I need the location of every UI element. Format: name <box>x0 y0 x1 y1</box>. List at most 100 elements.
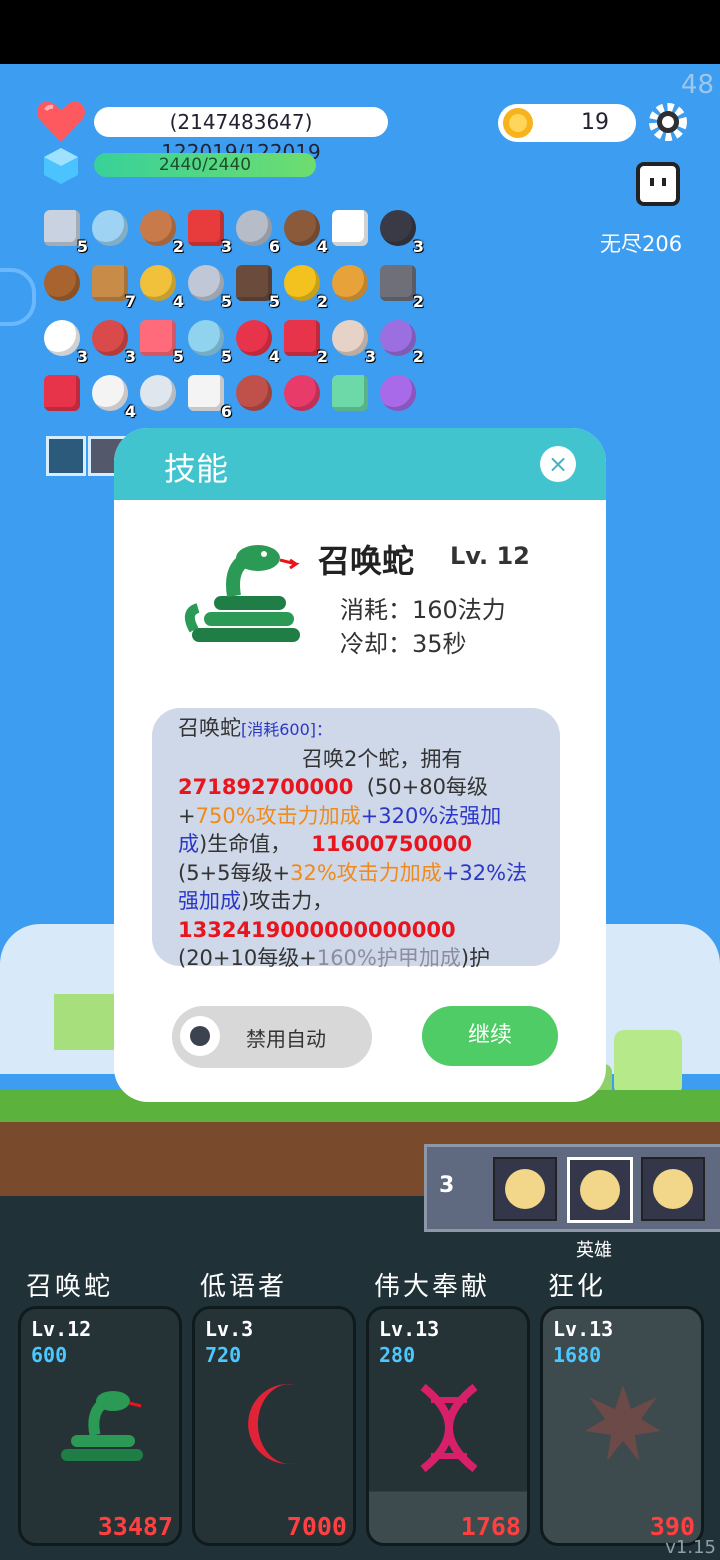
hero-slot-3[interactable] <box>641 1157 705 1221</box>
desc-text: )攻击力， <box>241 889 334 913</box>
hero-label: 英雄 <box>576 1240 612 1261</box>
skill-card-whisperer[interactable]: Lv.3 720 7000 <box>192 1306 356 1546</box>
watermelon-icon[interactable] <box>40 371 84 415</box>
skill-title-1: 召唤蛇 <box>26 1272 114 1302</box>
bow-icon[interactable]: 7 <box>88 261 136 311</box>
desc-cost-tag: [消耗600]： <box>241 720 333 739</box>
skill-level: Lv. 12 <box>450 542 530 570</box>
skill-mana: 720 <box>205 1343 242 1367</box>
spirit-icon[interactable] <box>328 371 372 415</box>
crest-icon[interactable]: 3 <box>88 316 136 366</box>
item-count: 3 <box>124 347 136 366</box>
bulb-icon[interactable] <box>136 371 180 415</box>
gate-icon-shape <box>236 265 272 301</box>
hook-icon-shape <box>236 375 272 411</box>
burst-icon <box>585 1385 661 1461</box>
item-count: 6 <box>268 237 280 256</box>
coin-count: 19 <box>581 110 609 135</box>
disable-auto-toggle[interactable]: 禁用自动 <box>172 1006 372 1068</box>
hero-slot-1[interactable] <box>493 1157 557 1221</box>
item-count: 5 <box>172 347 184 366</box>
crystal-ball-icon[interactable] <box>376 371 420 415</box>
desc-text: (20+10每级+ <box>178 946 317 970</box>
arrow-icon[interactable] <box>328 206 372 250</box>
skill-dialog: 技能 × 召唤蛇 Lv. 12 消耗：160法力 冷却：35秒 召唤蛇[消耗60… <box>114 428 606 1102</box>
apple-icon[interactable]: 3 <box>184 206 232 256</box>
dna-icon <box>420 1383 478 1473</box>
dialog-title: 技能 <box>164 450 229 488</box>
skill-card-berserk[interactable]: Lv.13 1680 390 <box>540 1306 704 1546</box>
skill-cooldown: 33487 <box>97 1512 173 1541</box>
heart-icon <box>37 101 85 142</box>
sword-icon[interactable]: 5 <box>40 206 88 256</box>
hero-panel: 3 <box>424 1144 720 1232</box>
sunflower-icon[interactable]: 2 <box>280 261 328 311</box>
bow-icon-shape <box>92 265 128 301</box>
fps-counter: 48 <box>680 70 714 100</box>
coconut-icon-shape <box>284 210 320 246</box>
desc-ap-bonus: +320%法强加 <box>360 803 502 828</box>
pill-icon[interactable]: 5 <box>136 316 184 366</box>
gear-icon[interactable] <box>648 102 688 142</box>
mail-icon-shape <box>44 320 80 356</box>
continue-button[interactable]: 继续 <box>422 1006 558 1066</box>
item-count: 2 <box>412 292 424 311</box>
book-icon[interactable] <box>328 261 372 305</box>
status-bar <box>0 0 720 64</box>
skill-title-3: 伟大奉献 <box>374 1272 491 1302</box>
desc-armor-bonus: 160%护甲加成 <box>316 946 461 970</box>
desc-hp-value: 271892700000 <box>178 775 354 799</box>
skill-card-great-devotion[interactable]: Lv.13 280 1768 <box>366 1306 530 1546</box>
cauldron-icon[interactable]: 3 <box>376 206 424 256</box>
lamp-card-icon[interactable] <box>46 436 86 476</box>
skill-description-box: 召唤蛇[消耗600]： 召唤2个蛇，拥有 271892700000 (50+80… <box>152 708 560 970</box>
desc-text: 成 <box>178 832 199 856</box>
desc-atk-value: 11600750000 <box>311 832 472 856</box>
skill-cost: 消耗：160法力 <box>340 596 506 624</box>
bullets-icon[interactable]: 2 <box>376 261 424 311</box>
gift-box-icon[interactable]: 2 <box>376 316 424 366</box>
disable-auto-label: 禁用自动 <box>246 1027 326 1051</box>
strawberry-icon-shape <box>236 320 272 356</box>
potion-icon[interactable]: 5 <box>184 316 232 366</box>
desc-atk-bonus: 750%攻击力加成 <box>195 803 361 828</box>
strawberry-icon[interactable]: 4 <box>232 316 280 366</box>
close-button[interactable]: × <box>540 446 576 482</box>
desc-line: (50+80每级 <box>366 775 488 799</box>
skill-name: 召唤蛇 <box>318 542 415 580</box>
gate-icon[interactable]: 5 <box>232 261 280 311</box>
item-count: 2 <box>316 292 328 311</box>
skill-card-summon-snake[interactable]: Lv.12 600 33487 <box>18 1306 182 1546</box>
arrow-icon-shape <box>332 210 368 246</box>
ghost-icon[interactable]: 4 <box>88 371 136 421</box>
chest-icon[interactable] <box>40 261 84 305</box>
tree-left-icon <box>54 994 116 1050</box>
magnifier-icon[interactable] <box>88 206 132 250</box>
ghost-boss-icon[interactable] <box>634 160 682 208</box>
mace-icon[interactable]: 6 <box>232 206 280 256</box>
dice-icon[interactable]: 6 <box>184 371 232 421</box>
shield-icon[interactable]: 2 <box>136 206 184 256</box>
item-count: 4 <box>124 402 136 421</box>
desc-text: )生命值， <box>199 832 292 856</box>
item-count: 3 <box>220 237 232 256</box>
mana-gem-icon <box>44 148 78 184</box>
axe-icon[interactable]: 5 <box>184 261 232 311</box>
skill-cooldown: 1768 <box>460 1512 521 1541</box>
item-count: 5 <box>76 237 88 256</box>
crest-icon-shape <box>92 320 128 356</box>
coconut-icon[interactable]: 4 <box>280 206 328 256</box>
jam-icon[interactable] <box>280 371 324 415</box>
ring-icon[interactable]: 4 <box>136 261 184 311</box>
endless-wave-label: 无尽206 <box>600 232 683 256</box>
desc-ap-bonus: +32%法 <box>441 860 528 885</box>
toggle-dot-icon <box>190 1026 210 1046</box>
mail-icon[interactable]: 3 <box>40 316 88 366</box>
skill-level: Lv.12 <box>31 1317 92 1341</box>
item-count: 2 <box>172 237 184 256</box>
item-count: 2 <box>316 347 328 366</box>
meat-icon[interactable]: 3 <box>328 316 376 366</box>
hearts-icon[interactable]: 2 <box>280 316 328 366</box>
hook-icon[interactable] <box>232 371 276 415</box>
hero-slot-2[interactable] <box>567 1157 633 1223</box>
